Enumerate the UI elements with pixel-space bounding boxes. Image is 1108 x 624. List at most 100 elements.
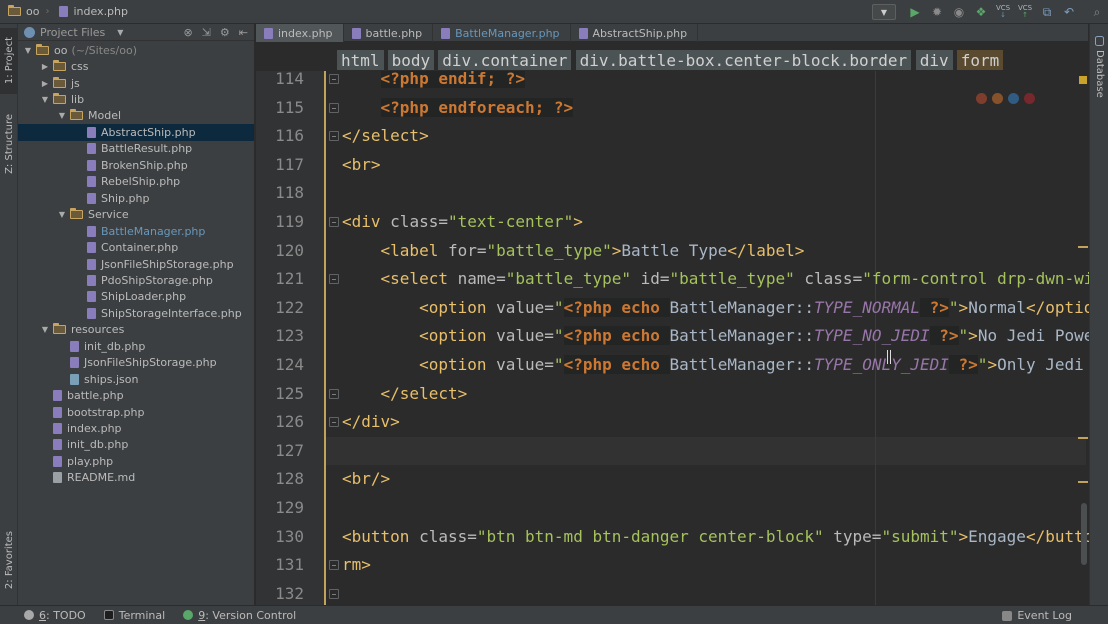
tree-item[interactable]: AbstractShip.php <box>18 124 254 141</box>
tree-item[interactable]: bootstrap.php <box>18 404 254 420</box>
scroll-change-mark[interactable] <box>1078 246 1088 248</box>
code-editor[interactable]: 114 115 116 117 118 119 120 121 122 123 124 125 126 1… <box>256 71 1089 605</box>
tree-item[interactable]: BrokenShip.php <box>18 157 254 173</box>
tree-item-label: JsonFileShipStorage.php <box>84 356 217 370</box>
tree-item[interactable]: ▶ css <box>18 58 254 74</box>
tree-item[interactable]: ships.json <box>18 371 254 387</box>
scroll-change-mark[interactable] <box>1078 481 1088 483</box>
run-config-dropdown[interactable]: ▼ <box>872 4 896 20</box>
expand-right-icon[interactable]: ▶ <box>39 62 51 71</box>
tab-project[interactable]: 1: Project <box>0 28 18 94</box>
nav-crumb-project[interactable]: oo <box>0 0 43 24</box>
expand-down-icon[interactable]: ▼ <box>56 111 68 120</box>
breadcrumb-item[interactable]: body <box>387 50 435 70</box>
expand-down-icon[interactable]: ▼ <box>22 46 34 55</box>
vcs-commit-icon[interactable]: VCS ↑ <box>1014 1 1036 23</box>
safari-icon[interactable] <box>1008 93 1019 104</box>
terminal-tool-button[interactable]: Terminal <box>103 609 165 622</box>
chevron-down-icon[interactable]: ▼ <box>117 28 123 37</box>
tree-item[interactable]: battle.php <box>18 387 254 403</box>
fold-marker-icon[interactable] <box>329 74 339 84</box>
fold-marker-icon[interactable] <box>329 588 339 599</box>
php-file-icon <box>53 455 62 467</box>
tab-index-php[interactable]: index.php <box>256 24 344 42</box>
breadcrumb-item[interactable]: html <box>337 50 384 70</box>
tree-item[interactable]: ShipLoader.php <box>18 289 254 305</box>
tree-item[interactable]: index.php <box>18 420 254 436</box>
firefox-icon[interactable] <box>992 93 1003 104</box>
breadcrumb-item[interactable]: div <box>915 50 953 70</box>
tree-item[interactable]: ▼ Model <box>18 108 254 124</box>
fold-marker-icon[interactable] <box>329 388 339 399</box>
tree-item[interactable]: ▼ oo (~/Sites/oo) <box>18 42 254 58</box>
breadcrumb-item[interactable]: div.battle-box.center-block.border <box>575 50 912 70</box>
tree-item[interactable]: init_db.php <box>18 338 254 354</box>
tree-item[interactable]: ▶ js <box>18 75 254 91</box>
code-line: <option value="<?php echo BattleManager:… <box>342 351 1089 380</box>
tree-item[interactable]: play.php <box>18 453 254 469</box>
tree-item[interactable]: ▼ resources <box>18 322 254 338</box>
expand-down-icon[interactable]: ▼ <box>56 210 68 219</box>
tree-item-label: index.php <box>67 422 122 436</box>
expand-down-icon[interactable]: ▼ <box>39 95 51 104</box>
project-view-selector[interactable]: Project Files <box>40 26 105 39</box>
profile-icon[interactable]: ❖ <box>970 1 992 23</box>
nav-crumb-file[interactable]: index.php <box>51 0 132 24</box>
scroll-change-mark[interactable] <box>1078 437 1088 439</box>
tab-battle-php[interactable]: battle.php <box>344 24 434 42</box>
tab-database[interactable]: Database <box>1090 32 1108 98</box>
tree-item[interactable]: PdoShipStorage.php <box>18 272 254 288</box>
tree-item-label: ShipLoader.php <box>101 290 187 304</box>
tree-item[interactable]: ▼ Service <box>18 207 254 223</box>
breadcrumb-item[interactable]: form <box>956 50 1004 70</box>
tree-item[interactable]: ShipStorageInterface.php <box>18 305 254 321</box>
search-icon[interactable]: ⌕ <box>1086 1 1108 23</box>
coverage-icon[interactable]: ◉ <box>948 1 970 23</box>
tab-label: battle.php <box>365 26 423 40</box>
fold-marker-icon[interactable] <box>329 417 339 428</box>
project-panel: Project Files ▼ ⊗ ⇲ ⚙ ⇤ ▼ oo (~/Sites/oo) ▶… <box>18 24 255 605</box>
tab-battlemanager-php[interactable]: BattleManager.php <box>433 24 571 42</box>
revert-icon[interactable]: ↶ <box>1058 1 1080 23</box>
tree-item[interactable]: Ship.php <box>18 190 254 206</box>
tree-item[interactable]: JsonFileShipStorage.php <box>18 256 254 272</box>
opera-icon[interactable] <box>1024 93 1035 104</box>
tree-item[interactable]: BattleResult.php <box>18 141 254 157</box>
fold-marker-icon[interactable] <box>329 217 339 227</box>
fold-marker-icon[interactable] <box>329 274 339 285</box>
fold-marker-icon[interactable] <box>329 560 339 571</box>
vcs-update-icon[interactable]: VCS ↓ <box>992 1 1014 23</box>
fold-marker-icon[interactable] <box>329 102 339 113</box>
tree-item[interactable]: Container.php <box>18 239 254 255</box>
expand-right-icon[interactable]: ▶ <box>39 79 51 88</box>
collapse-all-icon[interactable]: ⇲ <box>202 26 211 39</box>
debug-icon[interactable]: ✹ <box>926 1 948 23</box>
expand-down-icon[interactable]: ▼ <box>39 325 51 334</box>
tree-item[interactable]: JsonFileShipStorage.php <box>18 355 254 371</box>
tab-favorites[interactable]: 2: Favorites <box>0 524 18 596</box>
code-token: </option <box>1025 297 1089 317</box>
tab-structure[interactable]: Z: Structure <box>0 106 18 182</box>
locate-icon[interactable]: ⊗ <box>183 26 192 39</box>
chrome-icon[interactable] <box>976 93 987 104</box>
version-control-tool-button[interactable]: 9: Version Control <box>183 609 296 622</box>
hide-panel-icon[interactable]: ⇤ <box>239 26 248 39</box>
warning-indicator-icon[interactable] <box>1079 76 1087 84</box>
tree-item[interactable]: RebelShip.php <box>18 174 254 190</box>
breadcrumb-item[interactable]: div.container <box>438 50 572 70</box>
tree-item[interactable]: init_db.php <box>18 437 254 453</box>
tree-item[interactable]: README.md <box>18 470 254 486</box>
vertical-scrollbar[interactable] <box>1081 503 1087 565</box>
gear-icon[interactable]: ⚙ <box>220 26 230 39</box>
run-icon[interactable]: ▶ <box>904 1 926 23</box>
code-token: </button <box>1025 526 1089 546</box>
fold-marker-icon[interactable] <box>329 131 339 142</box>
tree-item[interactable]: BattleManager.php <box>18 223 254 239</box>
todo-tool-button[interactable]: 6: TODO <box>24 609 86 622</box>
folder-icon <box>53 323 66 335</box>
tab-abstractship-php[interactable]: AbstractShip.php <box>571 24 699 42</box>
compare-icon[interactable]: ⧉ <box>1036 1 1058 23</box>
event-log-button[interactable]: Event Log <box>1002 609 1072 622</box>
tree-item[interactable]: ▼ lib <box>18 91 254 107</box>
code-token: " <box>553 355 564 374</box>
